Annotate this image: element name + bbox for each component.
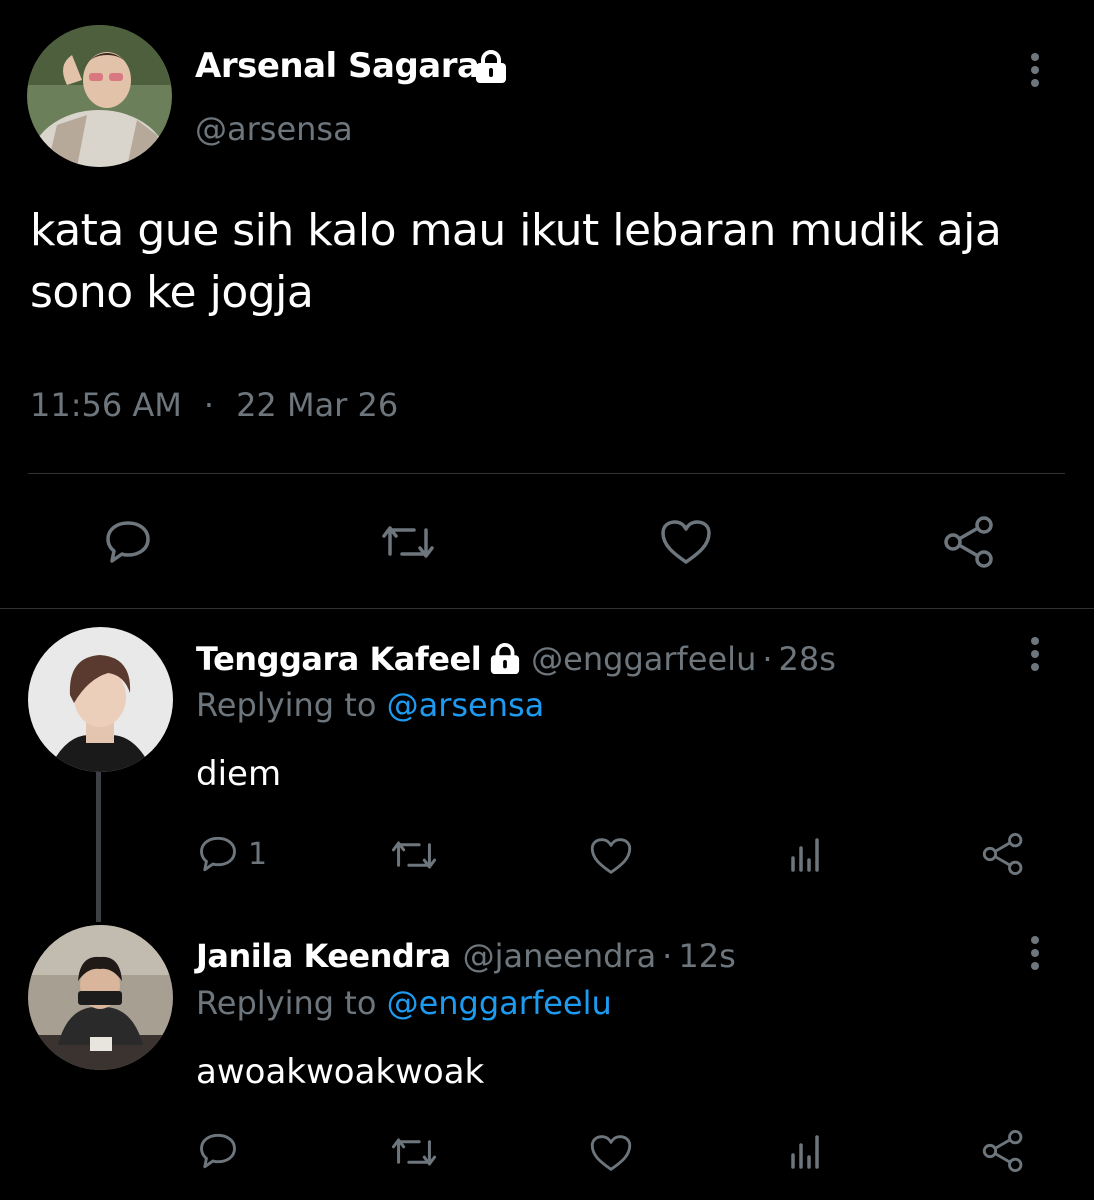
reply-icon[interactable] bbox=[104, 519, 152, 565]
replying-to-label: Replying to bbox=[196, 686, 377, 724]
share-icon[interactable] bbox=[942, 515, 996, 569]
share-icon[interactable] bbox=[981, 1129, 1025, 1173]
tweet-time: 11:56 AM bbox=[30, 386, 182, 424]
author-handle[interactable]: @arsensa bbox=[195, 108, 353, 150]
more-icon[interactable] bbox=[1031, 53, 1039, 92]
reply-author-name[interactable]: Tenggara Kafeel bbox=[196, 637, 482, 681]
reply-avatar[interactable] bbox=[28, 925, 173, 1070]
reply-text: diem bbox=[196, 754, 282, 794]
retweet-icon[interactable] bbox=[380, 520, 436, 564]
replying-to-label: Replying to bbox=[196, 984, 377, 1022]
reply-author-name[interactable]: Janila Keendra bbox=[196, 934, 451, 978]
divider bbox=[0, 608, 1094, 609]
tweet-text-line2: sono ke jogja bbox=[30, 267, 314, 318]
reply-avatar[interactable] bbox=[28, 627, 173, 772]
tweet-text-line1: kata gue sih kalo mau ikut lebaran mudik… bbox=[30, 205, 1002, 256]
share-icon[interactable] bbox=[981, 832, 1025, 876]
more-icon[interactable] bbox=[1031, 637, 1039, 676]
reply-header: Janila Keendra @janeendra · 12s bbox=[196, 934, 736, 978]
reply-count: 1 bbox=[248, 836, 268, 872]
more-icon[interactable] bbox=[1031, 936, 1039, 975]
tweet-date: 22 Mar 26 bbox=[236, 386, 399, 424]
reply-age: 28s bbox=[778, 640, 836, 678]
like-icon[interactable] bbox=[589, 836, 633, 876]
separator-dot: · bbox=[662, 937, 673, 975]
reply-age: 12s bbox=[678, 937, 736, 975]
tweet-text: kata gue sih kalo mau ikut lebaran mudik… bbox=[30, 200, 1080, 324]
separator-dot: · bbox=[203, 386, 215, 424]
reply-icon bbox=[198, 835, 238, 873]
replying-to-link[interactable]: @arsensa bbox=[387, 686, 545, 724]
lock-icon bbox=[487, 643, 523, 675]
separator-dot: · bbox=[762, 640, 773, 678]
like-icon[interactable] bbox=[659, 518, 713, 566]
author-name[interactable]: Arsenal Sagara bbox=[195, 44, 480, 88]
like-icon[interactable] bbox=[589, 1133, 633, 1173]
author-avatar[interactable] bbox=[27, 25, 172, 167]
replying-to: Replying to @arsensa bbox=[196, 684, 544, 726]
lock-icon bbox=[472, 50, 510, 84]
reply-button[interactable]: 1 bbox=[198, 835, 267, 873]
reply-author-handle[interactable]: @janeendra bbox=[463, 934, 657, 978]
retweet-icon[interactable] bbox=[390, 836, 438, 874]
replying-to-link[interactable]: @enggarfeelu bbox=[387, 984, 612, 1022]
reply-author-handle[interactable]: @enggarfeelu bbox=[531, 637, 756, 681]
reply-header: Tenggara Kafeel @enggarfeelu · 28s bbox=[196, 637, 836, 681]
analytics-icon[interactable] bbox=[789, 836, 825, 874]
reply-text: awoakwoakwoak bbox=[196, 1052, 485, 1092]
retweet-icon[interactable] bbox=[390, 1133, 438, 1171]
divider bbox=[28, 473, 1065, 474]
replying-to: Replying to @enggarfeelu bbox=[196, 982, 612, 1024]
thread-line bbox=[96, 772, 101, 922]
reply-icon[interactable] bbox=[198, 1132, 238, 1170]
analytics-icon[interactable] bbox=[789, 1133, 825, 1171]
tweet-timestamp[interactable]: 11:56 AM · 22 Mar 26 bbox=[30, 384, 398, 426]
